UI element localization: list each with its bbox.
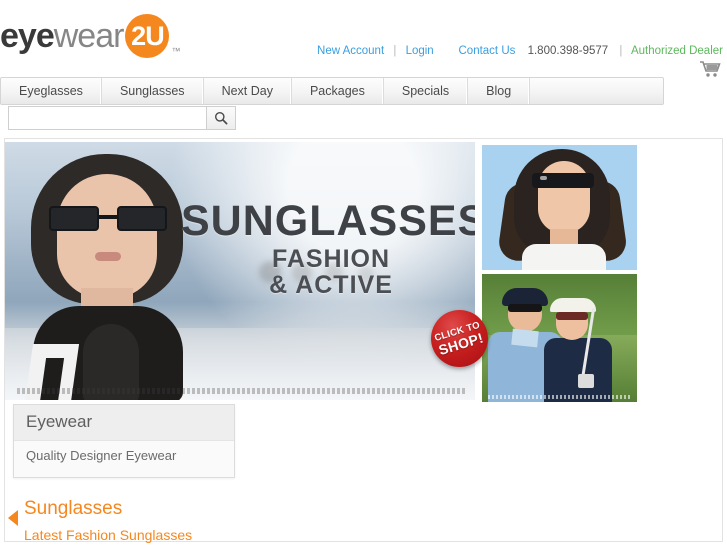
model-bridge <box>99 215 117 219</box>
hero-headline-line3: & ACTIVE <box>269 271 393 299</box>
photo-top-face <box>538 161 590 233</box>
photo-bottom-fine-print <box>488 395 631 399</box>
logo-badge-2u: 2U <box>125 14 170 58</box>
photo-top-tanktop <box>522 244 606 270</box>
sidebar-photo-golf-couple[interactable] <box>481 273 638 403</box>
search-input[interactable] <box>8 106 206 130</box>
search-bar <box>8 106 236 130</box>
nav-item-sunglasses[interactable]: Sunglasses <box>102 78 204 104</box>
photo-bottom-woman-body <box>544 338 612 402</box>
nav-item-blog[interactable]: Blog <box>468 78 531 104</box>
hero-headline: SUNGLASSES FASHION & ACTIVE <box>181 200 475 298</box>
link-separator-2: | <box>619 45 623 57</box>
site-header: eyewear 2U ™ New Account | Login Contact… <box>0 0 727 78</box>
model-sunglasses <box>49 206 167 232</box>
photo-bottom-woman-visor <box>550 298 596 312</box>
logo-text-wear: wear <box>53 17 125 55</box>
model-lens-right <box>117 206 167 231</box>
site-logo[interactable]: eyewear 2U ™ <box>0 8 180 64</box>
logo-trademark: ™ <box>171 46 181 56</box>
photo-bottom-golf-club-head <box>578 374 594 388</box>
eyewear-callout-card[interactable]: Eyewear Quality Designer Eyewear <box>13 404 235 478</box>
badge-text: CLICK TO SHOP! <box>433 319 485 357</box>
left-arrow-icon[interactable] <box>8 510 18 526</box>
sidebar-photo-woman[interactable] <box>481 144 638 271</box>
model-face <box>57 174 157 298</box>
login-link[interactable]: Login <box>406 45 434 57</box>
model-lips <box>95 252 121 261</box>
authorized-dealer-link[interactable]: Authorized Dealer <box>631 45 723 57</box>
hero-model-photo <box>23 148 201 400</box>
photo-bottom-man-collar <box>511 328 539 348</box>
photo-bottom-man-sunglasses <box>508 304 542 312</box>
search-icon <box>215 112 228 125</box>
link-spacer-1 <box>443 45 449 57</box>
model-lens-left <box>49 206 99 231</box>
click-to-shop-badge[interactable]: CLICK TO SHOP! <box>431 310 488 367</box>
nav-item-eyeglasses[interactable]: Eyeglasses <box>1 78 102 104</box>
nav-tab-list: Eyeglasses Sunglasses Next Day Packages … <box>0 77 664 105</box>
phone-number: 1.800.398-9577 <box>527 45 609 57</box>
search-button[interactable] <box>206 106 236 130</box>
hero-headline-line1: SUNGLASSES <box>181 197 475 245</box>
contact-us-link[interactable]: Contact Us <box>459 45 516 57</box>
hero-fine-print <box>17 388 467 394</box>
nav-item-packages[interactable]: Packages <box>292 78 384 104</box>
new-account-link[interactable]: New Account <box>317 45 384 57</box>
nav-item-specials[interactable]: Specials <box>384 78 469 104</box>
header-utility-links: New Account | Login Contact Us 1.800.398… <box>317 45 723 57</box>
main-navigation: Eyeglasses Sunglasses Next Day Packages … <box>0 77 664 105</box>
link-separator-1: | <box>393 45 397 57</box>
hero-headline-line2: FASHION <box>271 245 391 273</box>
sunglasses-section: Sunglasses Latest Fashion Sunglasses <box>8 498 192 543</box>
logo-text-eye: eye <box>0 17 55 55</box>
callout-title: Eyewear <box>14 405 234 441</box>
section-title[interactable]: Sunglasses <box>24 498 192 521</box>
shopping-cart-icon[interactable] <box>699 60 723 78</box>
callout-subtitle: Quality Designer Eyewear <box>14 441 234 477</box>
page-root: eyewear 2U ™ New Account | Login Contact… <box>0 0 727 545</box>
photo-top-sunglasses <box>532 173 594 188</box>
section-subtitle[interactable]: Latest Fashion Sunglasses <box>24 527 192 543</box>
nav-item-next-day[interactable]: Next Day <box>204 78 292 104</box>
photo-bottom-woman-sunglasses <box>556 312 588 320</box>
logo-wordmark: eyewear <box>0 17 125 55</box>
hero-banner[interactable]: SUNGLASSES FASHION & ACTIVE <box>5 142 475 400</box>
nav-filler <box>530 78 663 104</box>
